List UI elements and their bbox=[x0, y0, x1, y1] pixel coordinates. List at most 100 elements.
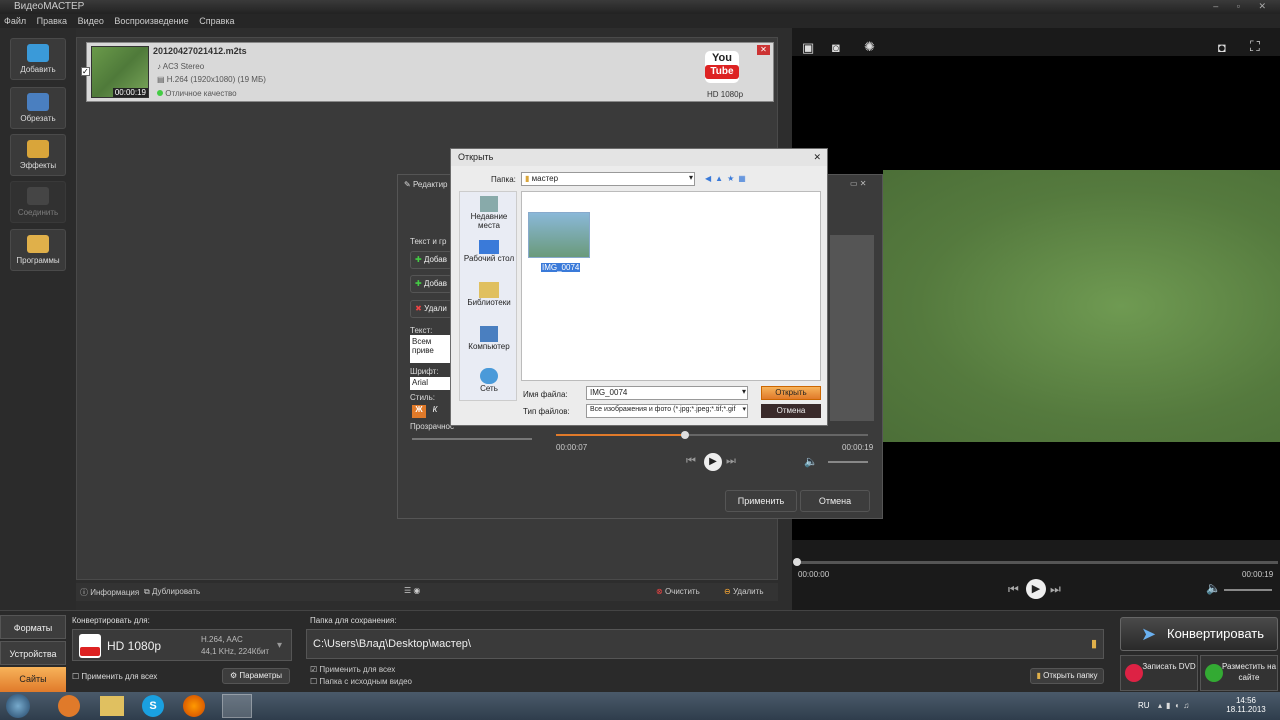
preview-seekbar[interactable] bbox=[793, 558, 1278, 566]
italic-button[interactable]: К bbox=[428, 405, 442, 418]
play-icon[interactable]: ▶ bbox=[1026, 579, 1046, 599]
snapshot-icon[interactable]: ◘ bbox=[1218, 40, 1226, 55]
open-button[interactable]: Открыть bbox=[761, 386, 821, 400]
yt-tube: Tube bbox=[705, 65, 739, 79]
codec-info: H.264, AAC bbox=[201, 635, 243, 644]
prev-icon[interactable]: ⏮ bbox=[1008, 582, 1019, 597]
cancel-button[interactable]: Отмена bbox=[761, 404, 821, 418]
bold-button[interactable]: Ж bbox=[412, 405, 426, 418]
folder-select[interactable]: ▮ мастер ▾ bbox=[521, 172, 695, 186]
editor-apply-button[interactable]: Применить bbox=[725, 490, 797, 512]
seek-handle[interactable] bbox=[793, 558, 801, 566]
chevron-down-icon[interactable]: ▾ bbox=[277, 640, 282, 651]
crop-icon[interactable]: ◙ bbox=[832, 40, 840, 55]
add-image-button[interactable]: ✚ Добав bbox=[410, 275, 452, 293]
editor-cancel-button[interactable]: Отмена bbox=[800, 490, 870, 512]
place-libraries[interactable]: Библиотеки bbox=[460, 282, 518, 307]
menu-help[interactable]: Справка bbox=[199, 16, 234, 26]
place-network[interactable]: Сеть bbox=[460, 368, 518, 393]
editor-play-icon[interactable]: ▶ bbox=[704, 453, 722, 471]
publish-button[interactable]: Разместить на сайте bbox=[1200, 655, 1278, 691]
file-item[interactable]: ✓ 00:00:19 20120427021412.m2ts ♪ AC3 Ste… bbox=[81, 42, 774, 102]
filetype-select[interactable]: Все изображения и фото (*.jpg;*.jpeg;*.t… bbox=[586, 404, 748, 418]
trim-button[interactable]: Обрезать bbox=[10, 87, 66, 129]
bottom-panel: Форматы Устройства Сайты Конвертировать … bbox=[0, 610, 1280, 692]
browse-folder-icon[interactable]: ▮ bbox=[1091, 630, 1097, 658]
add-text-button[interactable]: ✚ Добав bbox=[410, 251, 452, 269]
effects-button[interactable]: Эффекты bbox=[10, 134, 66, 176]
dvd-icon bbox=[1125, 664, 1143, 682]
programs-button[interactable]: Программы bbox=[10, 229, 66, 271]
opacity-slider[interactable] bbox=[412, 438, 532, 440]
info-button[interactable]: ⓘ Информация bbox=[80, 587, 139, 598]
menu-edit[interactable]: Правка bbox=[37, 16, 67, 26]
video-frame bbox=[883, 170, 1280, 442]
place-recent[interactable]: Недавние места bbox=[460, 196, 518, 230]
filename-input[interactable]: IMG_0074 ▾ bbox=[586, 386, 748, 400]
desktop-icon bbox=[479, 240, 499, 254]
add-button[interactable]: Добавить bbox=[10, 38, 66, 80]
tab-formats[interactable]: Форматы bbox=[0, 615, 66, 639]
tab-devices[interactable]: Устройства bbox=[0, 641, 66, 665]
language-indicator[interactable]: RU bbox=[1138, 701, 1150, 710]
editor-window-controls[interactable]: ▭ ✕ bbox=[850, 179, 866, 188]
duplicate-button[interactable]: ⧉ Дублировать bbox=[144, 587, 200, 597]
view-toggle-icon[interactable]: ☰ ◉ bbox=[404, 586, 420, 595]
volume-slider[interactable] bbox=[1224, 589, 1272, 591]
editor-volume-slider[interactable] bbox=[828, 461, 868, 463]
apply-all-2-checkbox[interactable]: ☑ Применить для всех bbox=[310, 665, 395, 674]
remove-file-icon[interactable]: ✕ bbox=[757, 45, 770, 55]
expand-icon[interactable]: ⛶ bbox=[1250, 38, 1260, 55]
menu-file[interactable]: Файл bbox=[4, 16, 26, 26]
save-path-input[interactable]: C:\Users\Влад\Desktop\мастер\ ▮ bbox=[306, 629, 1104, 659]
params-button[interactable]: ⚙ Параметры bbox=[222, 668, 290, 684]
folder-icon: ▮ bbox=[525, 174, 530, 183]
clock[interactable]: 14:56 18.11.2013 bbox=[1226, 696, 1266, 714]
chevron-down-icon[interactable]: ▾ bbox=[742, 387, 746, 396]
tab-sites[interactable]: Сайты bbox=[0, 667, 66, 692]
clear-button[interactable]: ⊗ Очистить bbox=[656, 587, 700, 596]
tray-icons[interactable]: ▴▮◖♫ bbox=[1158, 701, 1193, 710]
videomaster-task-icon[interactable] bbox=[222, 694, 252, 718]
menu-playback[interactable]: Воспроизведение bbox=[114, 16, 188, 26]
chevron-down-icon[interactable]: ▾ bbox=[689, 173, 693, 182]
quality-info: Отличное качество bbox=[157, 89, 237, 98]
editor-volume-icon[interactable]: 🔈 bbox=[804, 455, 818, 468]
start-button-icon[interactable] bbox=[6, 694, 30, 718]
open-folder-button[interactable]: ▮ Открыть папку bbox=[1030, 668, 1104, 684]
place-desktop[interactable]: Рабочий стол bbox=[460, 240, 518, 263]
apply-all-checkbox[interactable]: ☐ Применить для всех bbox=[72, 672, 157, 681]
next-icon[interactable]: ⏭ bbox=[1050, 582, 1061, 597]
img-thumbnail[interactable] bbox=[528, 212, 590, 258]
join-button[interactable]: Соединить bbox=[10, 181, 66, 223]
brightness-icon[interactable]: ✺ bbox=[864, 39, 875, 55]
editor-next-icon[interactable]: ⏭ bbox=[726, 455, 736, 468]
volume-icon[interactable]: 🔈 bbox=[1206, 581, 1221, 595]
file-item-label[interactable]: IMG_0074 bbox=[541, 263, 581, 272]
editor-prev-icon[interactable]: ⏮ bbox=[686, 455, 696, 468]
editor-seekbar[interactable] bbox=[556, 431, 868, 439]
menu-video[interactable]: Видео bbox=[78, 16, 104, 26]
burn-dvd-button[interactable]: Записать DVD bbox=[1120, 655, 1198, 691]
add-label: Добавить bbox=[20, 65, 56, 74]
file-checkbox[interactable]: ✓ bbox=[81, 67, 90, 76]
text-input[interactable]: Всем приве bbox=[410, 335, 450, 363]
explorer-icon[interactable] bbox=[100, 696, 124, 716]
firefox-icon[interactable] bbox=[183, 695, 205, 717]
font-select[interactable]: Arial bbox=[410, 377, 450, 390]
skype-icon[interactable]: S bbox=[142, 695, 164, 717]
delete-layer-button[interactable]: ✖ Удали bbox=[410, 300, 452, 318]
media-player-icon[interactable] bbox=[58, 695, 80, 717]
editor-seek-handle[interactable] bbox=[680, 431, 689, 439]
folder-nav-icons[interactable]: ◀▲★▦ bbox=[705, 174, 750, 183]
open-dialog-close-icon[interactable]: ✕ bbox=[813, 149, 821, 166]
source-folder-checkbox[interactable]: ☐ Папка с исходным видео bbox=[310, 677, 412, 686]
fullscreen-icon[interactable]: ▣ bbox=[802, 40, 814, 56]
place-computer[interactable]: Компьютер bbox=[460, 326, 518, 351]
delete-button[interactable]: ⊖ Удалить bbox=[724, 587, 763, 596]
preset-selector[interactable]: HD 1080p H.264, AAC 44,1 KHz, 224Кбит ▾ bbox=[72, 629, 292, 661]
window-controls[interactable]: ‒ ▫ ✕ bbox=[1213, 0, 1274, 13]
convert-button[interactable]: ➤ Конвертировать bbox=[1120, 617, 1278, 651]
chevron-down-icon[interactable]: ▾ bbox=[742, 405, 746, 413]
audio-codec-info: 44,1 KHz, 224Кбит bbox=[201, 647, 270, 656]
